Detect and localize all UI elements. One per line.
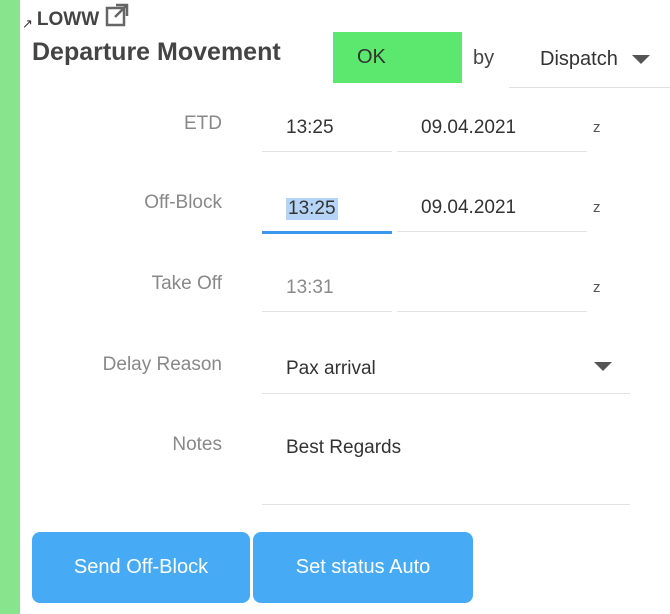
off-block-time-input[interactable]: 13:25: [262, 186, 392, 234]
delay-reason-select[interactable]: Pax arrival: [262, 344, 630, 394]
airport-code: LOWW: [36, 9, 100, 30]
take-off-date-input[interactable]: [397, 264, 587, 312]
notes-textarea[interactable]: Best Regards: [262, 424, 630, 505]
status-badge[interactable]: OK: [333, 32, 462, 83]
etd-time-input[interactable]: 13:25: [262, 104, 392, 152]
page-title: Departure Movement: [32, 38, 281, 66]
by-label: by: [473, 47, 495, 69]
set-status-auto-button[interactable]: Set status Auto: [253, 532, 473, 603]
take-off-timezone: z: [593, 279, 601, 296]
accent-bar: [0, 0, 20, 614]
etd-date-input[interactable]: 09.04.2021: [397, 104, 587, 152]
off-block-label: Off-Block: [144, 192, 222, 213]
off-block-timezone: z: [593, 199, 601, 216]
etd-label: ETD: [184, 113, 222, 134]
airport-header: ↗ LOWW: [22, 3, 129, 32]
notes-value: Best Regards: [286, 437, 402, 458]
take-off-time-input[interactable]: 13:31: [262, 264, 392, 312]
expand-arrow-icon[interactable]: ↗: [22, 16, 33, 32]
by-dropdown-value: Dispatch: [540, 48, 618, 70]
take-off-label: Take Off: [151, 273, 222, 294]
off-block-time-value: 13:25: [286, 197, 338, 220]
etd-timezone: z: [593, 119, 601, 136]
chevron-down-icon[interactable]: [594, 362, 612, 371]
chevron-down-icon: [631, 55, 650, 64]
external-link-icon[interactable]: [105, 3, 129, 32]
notes-label: Notes: [172, 434, 222, 455]
delay-reason-label: Delay Reason: [102, 354, 222, 375]
send-off-block-button[interactable]: Send Off-Block: [32, 532, 250, 603]
by-dropdown[interactable]: Dispatch: [509, 32, 670, 88]
delay-reason-value: Pax arrival: [286, 357, 376, 379]
off-block-date-input[interactable]: 09.04.2021: [397, 184, 587, 232]
